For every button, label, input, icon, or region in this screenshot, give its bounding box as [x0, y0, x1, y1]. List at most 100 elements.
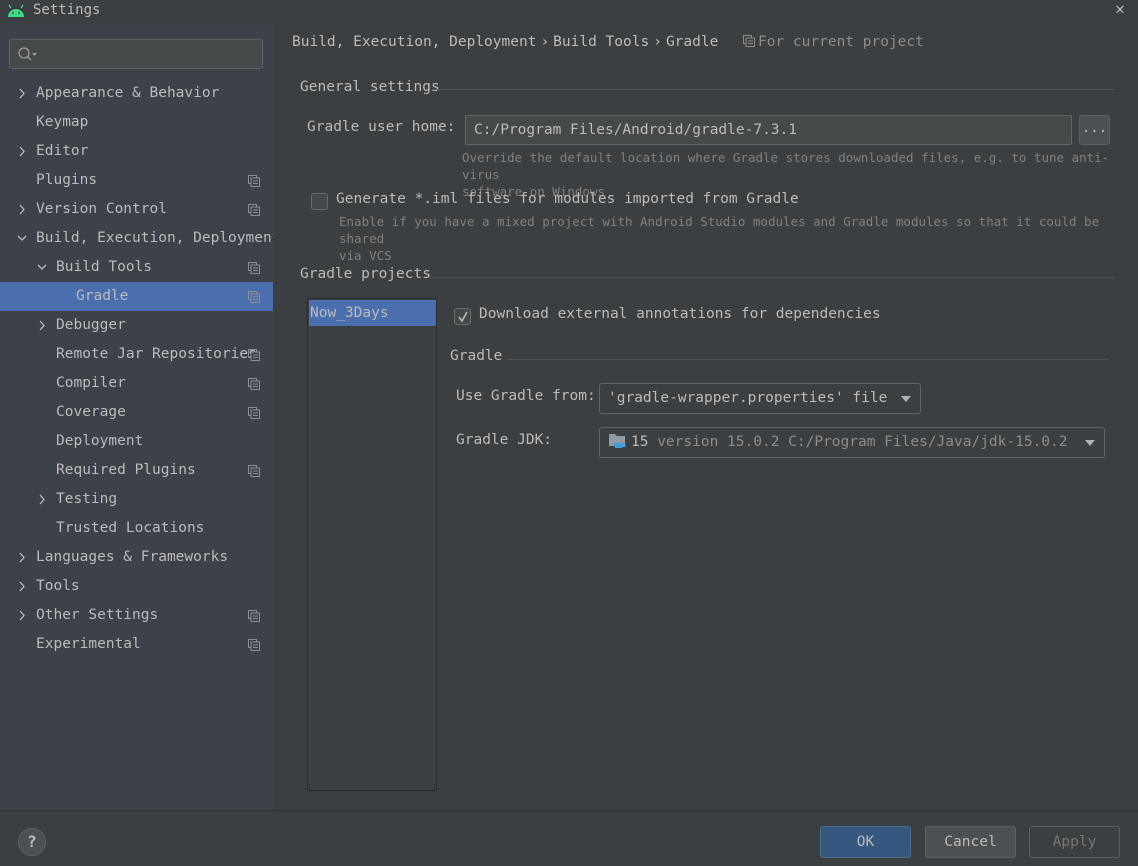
- breadcrumb-item: Build Tools: [553, 34, 650, 50]
- download-annotations-label[interactable]: Download external annotations for depend…: [479, 306, 881, 322]
- gradle-jdk-dropdown[interactable]: 15 version 15.0.2 C:/Program Files/Java/…: [599, 427, 1105, 458]
- chevron-down-icon: [1085, 440, 1095, 446]
- sidebar-item-tools[interactable]: Tools: [0, 572, 273, 601]
- sidebar-item-gradle[interactable]: Gradle: [0, 282, 273, 311]
- sidebar-item-testing[interactable]: Testing: [0, 485, 273, 514]
- sidebar-item-label: Languages & Frameworks: [36, 549, 229, 565]
- close-icon[interactable]: ✕: [1112, 1, 1128, 17]
- chevron-right-icon[interactable]: [16, 543, 28, 572]
- project-scope-icon: [248, 175, 260, 187]
- project-scope-icon: [248, 349, 260, 361]
- sidebar-item-label: Other Settings: [36, 607, 159, 623]
- sidebar-item-label: Appearance & Behavior: [36, 85, 220, 101]
- hint-line: via VCS: [339, 248, 392, 263]
- sidebar-item-plugins[interactable]: Plugins: [0, 166, 273, 195]
- gradle-jdk-version: 15: [631, 434, 649, 450]
- sidebar-item-experimental[interactable]: Experimental: [0, 630, 273, 659]
- sidebar-item-languages-frameworks[interactable]: Languages & Frameworks: [0, 543, 273, 572]
- sidebar-item-build-execution-deployment[interactable]: Build, Execution, Deployment: [0, 224, 280, 253]
- gradle-project-list: Now_3Days: [307, 298, 437, 791]
- scope-indicator: For current project: [743, 34, 924, 50]
- sidebar-item-appearance-behavior[interactable]: Appearance & Behavior: [0, 79, 273, 108]
- project-scope-icon: [248, 610, 260, 622]
- general-settings-title: General settings: [300, 79, 440, 95]
- chevron-right-icon[interactable]: [16, 572, 28, 601]
- sidebar-item-compiler[interactable]: Compiler: [0, 369, 273, 398]
- gradle-user-home-label: Gradle user home:: [307, 119, 456, 135]
- sidebar-item-editor[interactable]: Editor: [0, 137, 273, 166]
- hint-line: Enable if you have a mixed project with …: [339, 214, 1100, 246]
- sidebar-item-other-settings[interactable]: Other Settings: [0, 601, 273, 630]
- project-scope-icon: [248, 465, 260, 477]
- use-gradle-from-dropdown[interactable]: 'gradle-wrapper.properties' file: [599, 383, 921, 414]
- sidebar-item-trusted-locations[interactable]: Trusted Locations: [0, 514, 273, 543]
- chevron-right-icon[interactable]: [16, 137, 28, 166]
- use-gradle-from-label: Use Gradle from:: [456, 388, 596, 404]
- sidebar-item-label: Compiler: [56, 375, 126, 391]
- section-divider: [437, 89, 1114, 90]
- sidebar-item-deployment[interactable]: Deployment: [0, 427, 273, 456]
- settings-search-input[interactable]: [9, 39, 263, 69]
- sidebar-item-remote-jar-repositories[interactable]: Remote Jar Repositories: [0, 340, 273, 369]
- apply-button[interactable]: Apply: [1029, 826, 1120, 858]
- gradle-subsection-title: Gradle: [450, 348, 503, 364]
- sidebar-item-label: Build, Execution, Deployment: [36, 230, 281, 246]
- sidebar-item-label: Editor: [36, 143, 89, 159]
- project-scope-icon: [248, 262, 260, 274]
- chevron-right-icon[interactable]: [16, 601, 28, 630]
- sidebar-item-label: Required Plugins: [56, 462, 196, 478]
- breadcrumb-item: Build, Execution, Deployment: [292, 34, 537, 50]
- project-scope-icon: [248, 639, 260, 651]
- search-icon: [18, 47, 37, 61]
- breadcrumb-separator: ›: [540, 34, 550, 50]
- gradle-projects-title: Gradle projects: [300, 266, 431, 282]
- chevron-right-icon[interactable]: [16, 195, 28, 224]
- gradle-user-home-input[interactable]: C:/Program Files/Android/gradle-7.3.1: [465, 115, 1072, 145]
- project-scope-icon: [248, 378, 260, 390]
- cancel-button[interactable]: Cancel: [925, 826, 1016, 858]
- project-scope-icon: [743, 35, 755, 47]
- sidebar-item-label: Trusted Locations: [56, 520, 205, 536]
- generate-iml-label[interactable]: Generate *.iml files for modules importe…: [336, 191, 799, 207]
- checkmark-icon: [458, 311, 468, 323]
- sidebar-item-coverage[interactable]: Coverage: [0, 398, 273, 427]
- sidebar-item-required-plugins[interactable]: Required Plugins: [0, 456, 273, 485]
- project-item-now-3days[interactable]: Now_3Days: [309, 300, 436, 326]
- browse-button[interactable]: ...: [1079, 115, 1110, 145]
- gradle-jdk-detail: version 15.0.2 C:/Program Files/Java/jdk…: [657, 434, 1068, 450]
- jdk-folder-icon: [609, 434, 626, 448]
- window-title: Settings: [33, 2, 101, 18]
- ok-button[interactable]: OK: [820, 826, 911, 858]
- generate-iml-hint: Enable if you have a mixed project with …: [339, 213, 1138, 264]
- project-scope-icon: [248, 407, 260, 419]
- sidebar-item-build-tools[interactable]: Build Tools: [0, 253, 273, 282]
- sidebar-item-label: Keymap: [36, 114, 89, 130]
- settings-sidebar: Appearance & Behavior Keymap Editor Plugins…: [0, 26, 280, 810]
- hint-line: Override the default location where Grad…: [462, 150, 1110, 182]
- title-bar: Settings ✕: [0, 0, 1138, 26]
- sidebar-item-debugger[interactable]: Debugger: [0, 311, 273, 340]
- generate-iml-checkbox[interactable]: [311, 193, 328, 210]
- sidebar-item-label: Testing: [56, 491, 118, 507]
- chevron-down-icon[interactable]: [36, 253, 48, 282]
- sidebar-item-label: Deployment: [56, 433, 144, 449]
- section-divider: [428, 277, 1114, 278]
- chevron-down-icon[interactable]: [16, 224, 28, 253]
- android-icon: [8, 4, 24, 17]
- dialog-footer: ? OK Cancel Apply: [0, 810, 1138, 866]
- help-button[interactable]: ?: [18, 828, 46, 856]
- breadcrumb: Build, Execution, Deployment › Build Tools…: [292, 34, 718, 50]
- scope-label: For current project: [758, 34, 924, 50]
- project-scope-icon: [248, 204, 260, 216]
- chevron-right-icon[interactable]: [36, 311, 48, 340]
- breadcrumb-separator: ›: [653, 34, 662, 50]
- sidebar-item-version-control[interactable]: Version Control: [0, 195, 273, 224]
- section-divider: [506, 359, 1109, 360]
- sidebar-item-label: Tools: [36, 578, 80, 594]
- breadcrumb-item: Gradle: [665, 34, 719, 50]
- use-gradle-from-value: 'gradle-wrapper.properties' file: [608, 390, 888, 406]
- download-annotations-checkbox[interactable]: [454, 308, 471, 325]
- chevron-right-icon[interactable]: [36, 485, 48, 514]
- sidebar-item-keymap[interactable]: Keymap: [0, 108, 273, 137]
- chevron-right-icon[interactable]: [16, 79, 28, 108]
